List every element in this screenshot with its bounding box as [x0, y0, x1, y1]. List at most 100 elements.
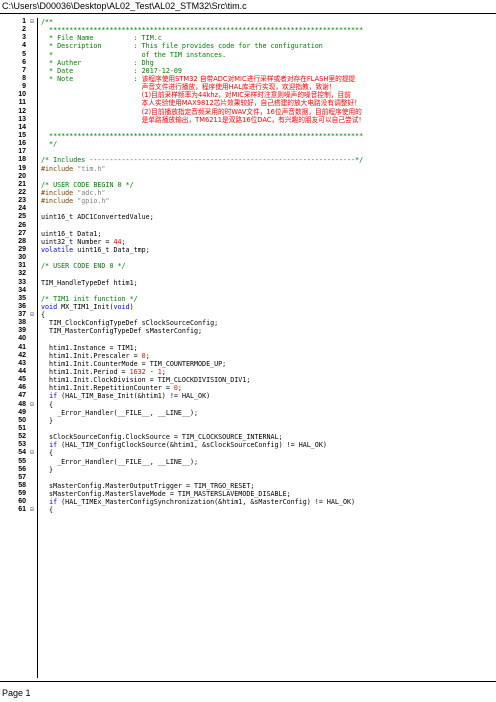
line-number: 15: [18, 131, 26, 139]
code-token: }: [41, 465, 54, 474]
line-number: 14: [18, 123, 26, 131]
code-text: sMasterConfig.MasterOutputTrigger = TIM_…: [41, 482, 254, 490]
code-token: uint16_t Data_tmp;: [73, 245, 150, 254]
code-token: 本人实验使用MAX9812芯片效果较好，自己搭建的放大电路没有调整好！: [141, 99, 361, 108]
code-token: htim1.Init.ClockDivision = TIM_CLOCKDIVI…: [41, 376, 251, 385]
line-number: 50: [18, 416, 26, 424]
code-token: htim1.Init.Period =: [41, 368, 130, 377]
code-text: #include "adc.h": [41, 189, 105, 197]
code-text: * Date : 2017-12-09: [41, 67, 182, 75]
line-number: 54: [18, 449, 26, 457]
code-token: TIM_ClockConfigTypeDef sClockSourceConfi…: [41, 319, 219, 328]
code-line: 42 htim1.Init.Prescaler = 0;: [0, 352, 496, 360]
line-number: 25: [18, 213, 26, 221]
code-line: 44 htim1.Init.Period = 1632 - 1;: [0, 368, 496, 376]
code-line: 26: [0, 222, 496, 230]
code-line: 11 本人实验使用MAX9812芯片效果较好，自己搭建的放大电路没有调整好！: [0, 99, 496, 107]
code-line: 27 uint16_t Data1;: [0, 230, 496, 238]
code-text: uint32_t Number = 44;: [41, 238, 126, 246]
code-line: 55 _Error_Handler(__FILE__, __LINE__);: [0, 458, 496, 466]
code-token: /**: [41, 18, 54, 26]
code-line: 35 /* TIM1 init function */: [0, 295, 496, 303]
line-number: 17: [18, 148, 26, 156]
page-number: Page 1: [2, 688, 31, 698]
line-number: 22: [18, 188, 26, 196]
code-token: 1632: [129, 368, 146, 377]
line-number: 23: [18, 197, 26, 205]
line-number: 36: [18, 302, 26, 310]
line-number: 30: [18, 254, 26, 262]
code-text: if (HAL_TIM_Base_Init(&htim1) != HAL_OK): [41, 392, 210, 400]
code-token: 44: [113, 237, 122, 246]
fold-marker-icon[interactable]: ⊟: [29, 311, 35, 319]
code-token: {: [41, 449, 54, 458]
code-text: _Error_Handler(__FILE__, __LINE__);: [41, 409, 198, 417]
code-text: * Note : 该程序使用STM32 自带ADC对MIC进行采样或者对存在FL…: [41, 75, 355, 83]
line-number: 35: [18, 294, 26, 302]
code-token: TIM_MasterConfigTypeDef sMasterConfig;: [41, 327, 203, 336]
code-token: TIM_HandleTypeDef htim1;: [41, 278, 138, 287]
fold-marker-icon[interactable]: ⊟: [29, 506, 35, 514]
code-line: 25 uint16_t ADC1ConvertedValue;: [0, 213, 496, 221]
code-text: * Auther : Dhg: [41, 59, 154, 67]
fold-marker-icon[interactable]: ⊟: [29, 401, 35, 409]
code-token: ;: [145, 351, 150, 360]
code-text: uint16_t Data1;: [41, 230, 101, 238]
code-token: /* TIM1 init function */: [41, 294, 138, 303]
code-token: ;: [177, 384, 182, 393]
code-token: * Auther : Dhg: [41, 58, 154, 67]
code-line: 14: [0, 124, 496, 132]
code-line: 20: [0, 173, 496, 181]
code-line: 6 * Auther : Dhg: [0, 59, 496, 67]
line-number: 34: [18, 286, 26, 294]
code-text: TIM_ClockConfigTypeDef sClockSourceConfi…: [41, 319, 218, 327]
line-number: 21: [18, 180, 26, 188]
code-line: 21 /* USER CODE BEGIN 0 */: [0, 181, 496, 189]
code-text: {: [41, 506, 53, 514]
line-number: 10: [18, 91, 26, 99]
line-number: 1: [22, 18, 26, 25]
line-number: 24: [18, 205, 26, 213]
code-text: /* USER CODE BEGIN 0 */: [41, 181, 134, 189]
code-line: 34: [0, 287, 496, 295]
code-text: * File Name : TIM.c: [41, 34, 162, 42]
code-text: if (HAL_TIMEx_MasterConfigSynchronizatio…: [41, 498, 355, 506]
code-line: 60 if (HAL_TIMEx_MasterConfigSynchroniza…: [0, 498, 496, 506]
code-text: _Error_Handler(__FILE__, __LINE__);: [41, 458, 198, 466]
code-token: {: [41, 311, 46, 320]
code-text: }: [41, 417, 53, 425]
fold-marker-icon[interactable]: ⊟: [29, 18, 35, 26]
line-number: 31: [18, 262, 26, 270]
code-line: 58 sMasterConfig.MasterOutputTrigger = T…: [0, 482, 496, 490]
line-number: 18: [18, 156, 26, 164]
code-text: * of the TIM instances.: [41, 51, 226, 59]
code-text: /**: [41, 18, 53, 26]
code-text: /* USER CODE END 0 */: [41, 262, 126, 270]
code-line: 43 htim1.Init.CounterMode = TIM_COUNTERM…: [0, 360, 496, 368]
code-token: MX_TIM1_Init(: [57, 302, 114, 311]
line-number: 5: [22, 50, 26, 58]
line-number: 2: [22, 26, 26, 34]
line-number: 39: [18, 327, 26, 335]
code-text: /* TIM1 init function */: [41, 295, 138, 303]
code-line: 59 sMasterConfig.MasterSlaveMode = TIM_M…: [0, 490, 496, 498]
code-text: 本人实验使用MAX9812芯片效果较好，自己搭建的放大电路没有调整好！: [41, 99, 361, 107]
code-token: ;: [161, 368, 166, 377]
code-token: "adc.h": [77, 188, 106, 197]
code-line: 47 if (HAL_TIM_Base_Init(&htim1) != HAL_…: [0, 392, 496, 400]
code-line: 38 TIM_ClockConfigTypeDef sClockSourceCo…: [0, 319, 496, 327]
code-line: 56 }: [0, 466, 496, 474]
line-number: 42: [18, 351, 26, 359]
code-token: #include: [41, 188, 78, 197]
code-line: 19 #include "tim.h": [0, 165, 496, 173]
line-number: 32: [18, 270, 26, 278]
code-line: 53 if (HAL_TIM_ConfigClockSource(&htim1,…: [0, 441, 496, 449]
line-number: 20: [18, 172, 26, 180]
fold-marker-icon[interactable]: ⊟: [29, 449, 35, 457]
line-number: 38: [18, 319, 26, 327]
line-number: 41: [18, 343, 26, 351]
code-text: #include "tim.h": [41, 165, 105, 173]
code-token: }: [41, 416, 54, 425]
